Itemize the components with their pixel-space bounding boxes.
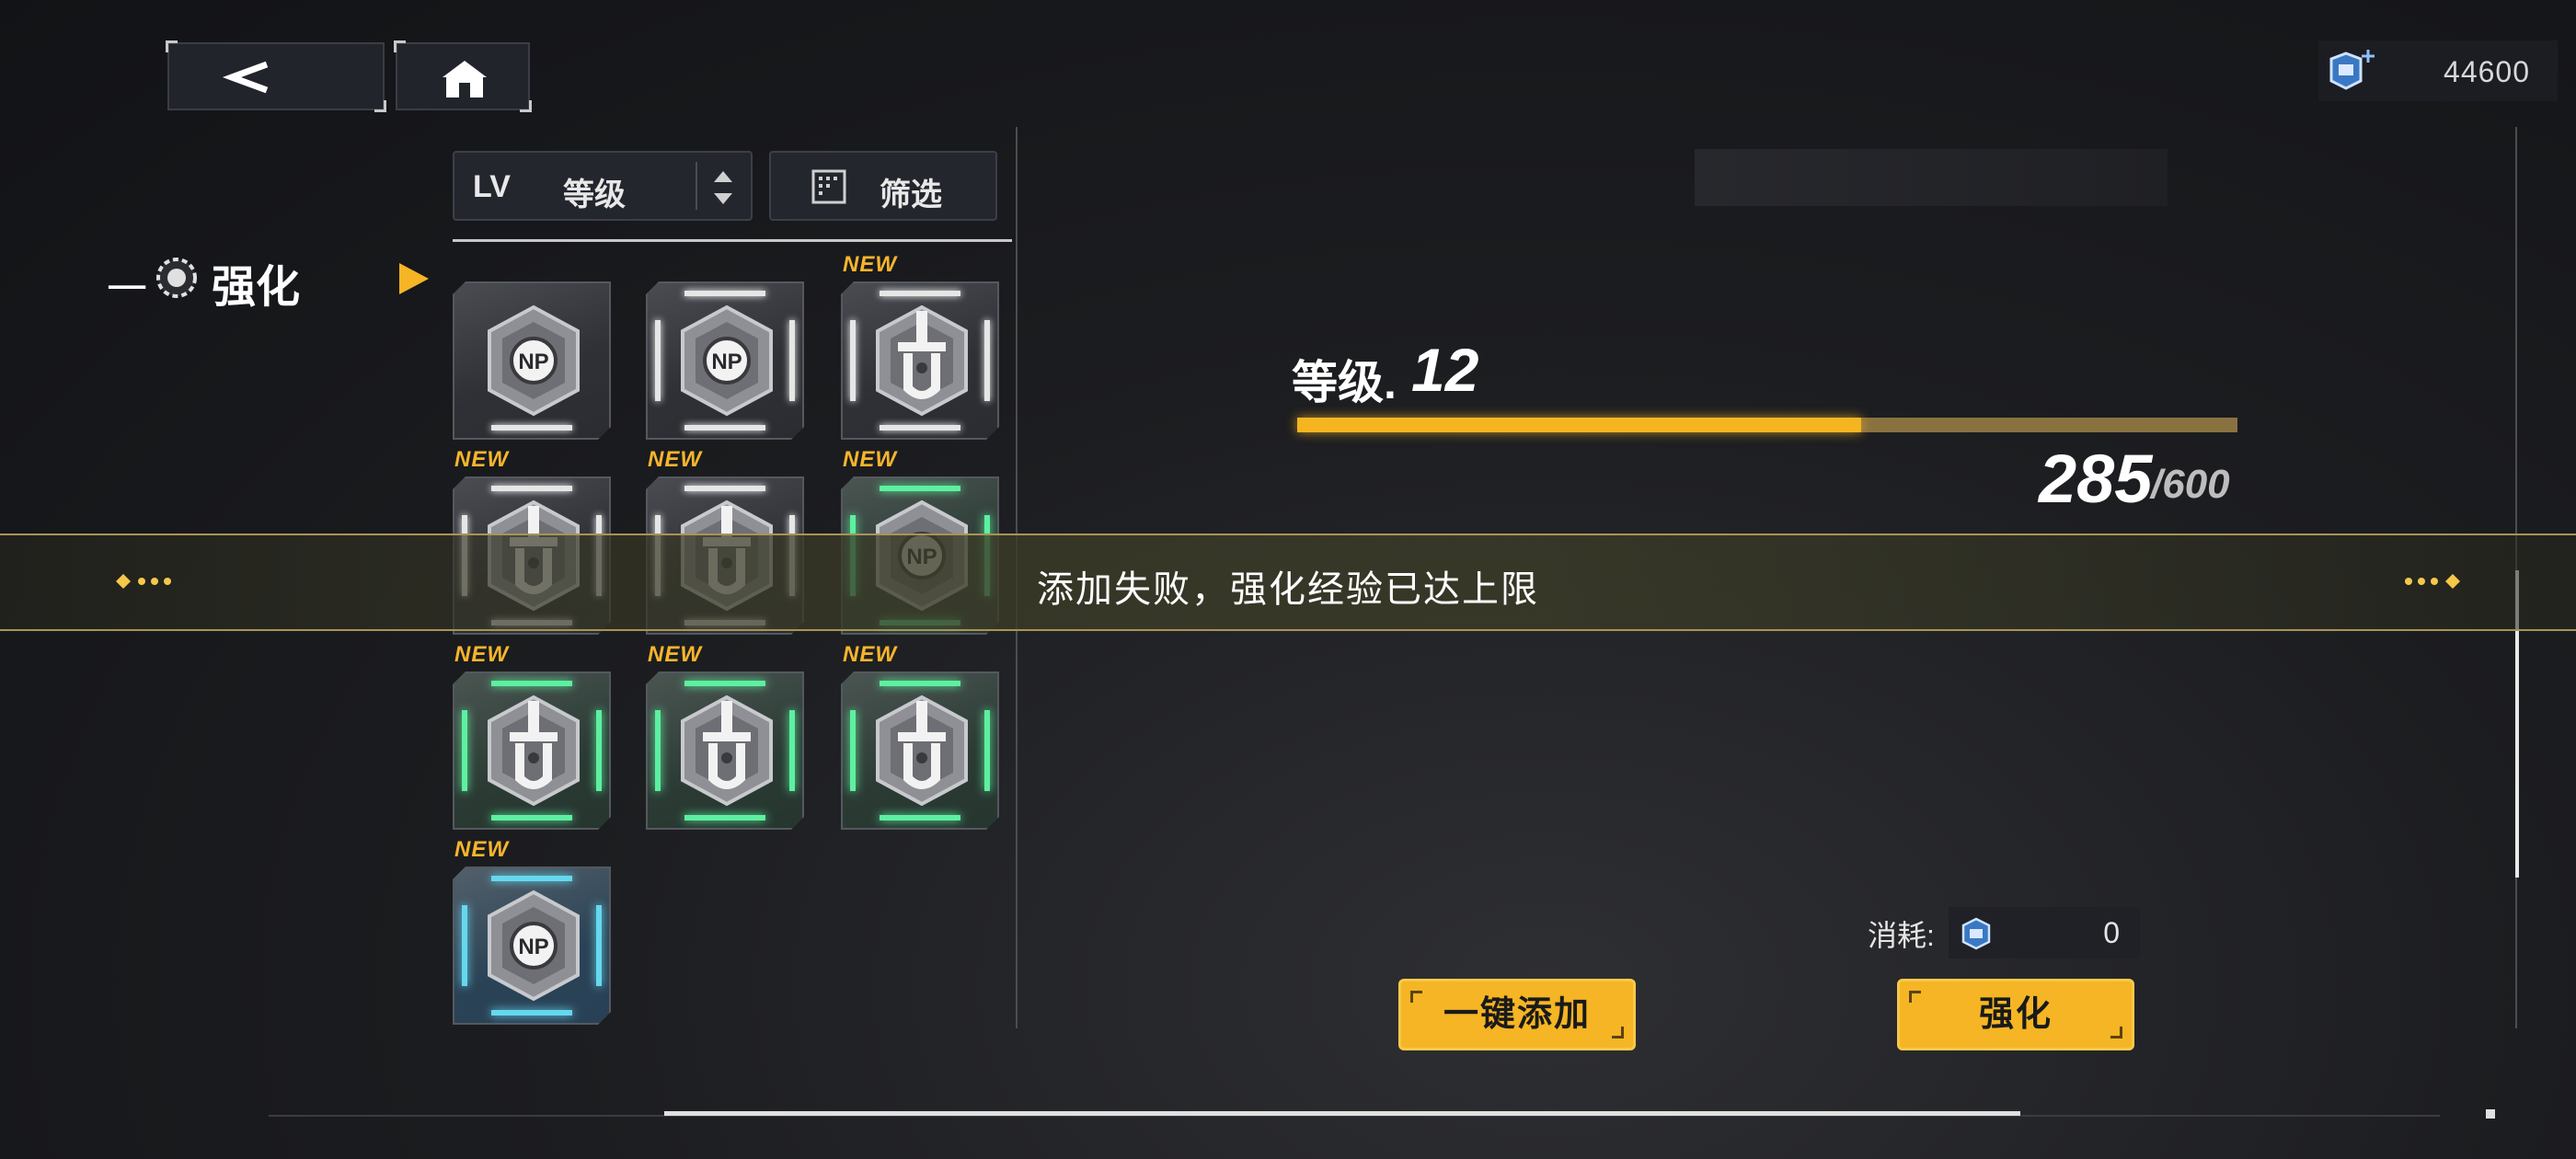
new-badge: NEW bbox=[648, 642, 702, 667]
gear-icon bbox=[156, 258, 197, 298]
new-badge: NEW bbox=[843, 252, 897, 277]
svg-text:NP: NP bbox=[711, 350, 742, 374]
new-badge: NEW bbox=[454, 837, 509, 862]
section-title: 强化 bbox=[212, 263, 301, 312]
section-arrow-icon bbox=[399, 263, 429, 294]
cost-box: 0 bbox=[1949, 907, 2140, 958]
enhance-button[interactable]: 强化 bbox=[1897, 979, 2134, 1050]
new-badge: NEW bbox=[843, 642, 897, 667]
np-core-icon: NP bbox=[672, 302, 782, 421]
blade-core-icon bbox=[672, 692, 782, 811]
bottom-track-highlight bbox=[664, 1111, 2020, 1116]
item-card[interactable] bbox=[841, 281, 999, 440]
np-core-icon: NP bbox=[478, 302, 589, 421]
level-value: 12 bbox=[1411, 336, 1479, 404]
svg-text:NP: NP bbox=[518, 350, 548, 374]
new-badge: NEW bbox=[454, 642, 509, 667]
np-core-icon: NP bbox=[478, 887, 589, 1006]
currency-display[interactable]: 44600 bbox=[2318, 40, 2558, 101]
item-card[interactable]: NP bbox=[646, 281, 804, 440]
back-arrow-icon bbox=[222, 61, 269, 94]
blade-core-icon bbox=[478, 692, 589, 811]
list-divider bbox=[453, 239, 1012, 242]
svg-text:NP: NP bbox=[518, 935, 548, 959]
currency-icon-small bbox=[1961, 917, 1991, 950]
item-card[interactable] bbox=[646, 671, 804, 830]
item-card[interactable] bbox=[841, 671, 999, 830]
filter-label: 筛选 bbox=[880, 178, 942, 212]
item-card[interactable]: NP bbox=[453, 281, 611, 440]
blade-core-icon bbox=[867, 302, 977, 421]
currency-icon bbox=[2329, 50, 2375, 90]
filter-icon bbox=[811, 169, 846, 204]
sort-dropdown[interactable]: LV 等级 bbox=[453, 151, 753, 221]
name-placeholder bbox=[1695, 149, 2168, 206]
xp-progress-bar bbox=[1297, 418, 2237, 432]
section-dash: 一 bbox=[107, 267, 147, 312]
xp-current: 285 bbox=[2039, 441, 2153, 517]
toast-message: 添加失败，强化经验已达上限 bbox=[1037, 569, 1539, 610]
sort-label: 等级 bbox=[563, 178, 626, 212]
cost-value: 0 bbox=[2103, 916, 2120, 949]
new-badge: NEW bbox=[454, 447, 509, 472]
toast-notification: 添加失败，强化经验已达上限 bbox=[0, 534, 2576, 631]
cost-label: 消耗: bbox=[1868, 919, 1935, 952]
home-button[interactable] bbox=[394, 40, 532, 112]
new-badge: NEW bbox=[648, 447, 702, 472]
sort-prefix: LV bbox=[473, 169, 511, 204]
item-card[interactable]: NP bbox=[453, 866, 611, 1025]
home-icon bbox=[443, 61, 487, 98]
sort-order-icon bbox=[714, 171, 732, 204]
xp-progress-fill bbox=[1297, 418, 1862, 432]
bottom-track-dot bbox=[2486, 1109, 2495, 1119]
xp-max: /600 bbox=[2151, 462, 2230, 507]
blade-core-icon bbox=[867, 692, 977, 811]
back-button[interactable] bbox=[166, 40, 386, 112]
toast-right-ornament-icon bbox=[2405, 574, 2460, 589]
item-card[interactable] bbox=[453, 671, 611, 830]
filter-button[interactable]: 筛选 bbox=[769, 151, 997, 221]
new-badge: NEW bbox=[843, 447, 897, 472]
currency-value: 44600 bbox=[2444, 55, 2530, 88]
auto-add-button[interactable]: 一键添加 bbox=[1398, 979, 1636, 1050]
level-label: 等级. bbox=[1292, 357, 1397, 408]
